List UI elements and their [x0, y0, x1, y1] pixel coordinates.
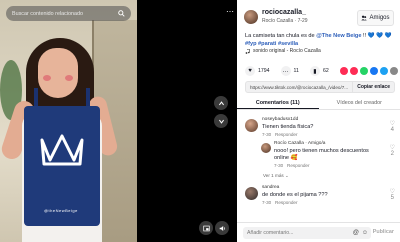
comment-text: nooo! pero tienen muchos descuentos onli… [274, 148, 369, 161]
person-face [38, 48, 78, 98]
avatar[interactable] [244, 10, 258, 24]
comment-like-count: 5 [390, 195, 394, 201]
comment-list: noseybadusx1dd Tienen tienda física? 7-3… [237, 113, 400, 223]
avatar[interactable] [261, 143, 271, 153]
comment-stat[interactable]: … 11 [280, 66, 299, 76]
comment-like-count: 2 [390, 151, 394, 157]
comment-user[interactable]: noseybadusx1dd [262, 117, 298, 122]
view-more-replies[interactable]: Ver 1 más ⌄ [263, 173, 289, 179]
friends-label: Amigos [369, 15, 390, 21]
view-more-label: Ver 1 más [263, 173, 284, 178]
comment-reply: Rocío Cazalla · Amigo/a nooo! pero tiene… [261, 141, 395, 171]
avatar[interactable] [245, 187, 258, 200]
facebook-icon[interactable] [369, 67, 378, 75]
panel-tabs: Comentarios (11) Vídeos del creador [237, 97, 400, 110]
whatsapp-icon[interactable] [359, 67, 368, 75]
mention-link[interactable]: @The New Beige [316, 33, 361, 39]
comment-input-placeholder: Añadir comentario... [247, 230, 294, 236]
friends-icon [361, 15, 368, 21]
video-url-box: https://www.tiktok.com/@rociocazalla_/vi… [245, 81, 395, 93]
sound-link[interactable]: sonido original - Rocío Cazalla [245, 48, 321, 54]
picture-in-picture-icon [202, 225, 210, 231]
reply-button[interactable]: Responder [275, 132, 297, 137]
tiktok-video-page: @theNewBeige Buscar contenido relacionad… [0, 0, 400, 242]
search-placeholder: Buscar contenido relacionado [12, 10, 84, 17]
comment-user[interactable]: Rocío Cazalla · Amigo/a [274, 141, 325, 146]
comment-meta: 7-30 Responder [274, 163, 310, 168]
comment-input[interactable]: Añadir comentario... @ ☺ [243, 227, 371, 239]
comment-like-count: 4 [390, 127, 394, 133]
bookmark-icon[interactable]: ▮ [309, 66, 320, 76]
author-subtitle: Rocío Cazalla · 7-29 [262, 18, 308, 24]
like-stat[interactable]: ♥ 1794 [245, 66, 270, 76]
add-comment-bar: Añadir comentario... @ ☺ Publicar [237, 222, 400, 242]
description-tail: !! 💙 💙 💙 [361, 33, 392, 39]
emoji-icon[interactable]: ☺ [362, 230, 368, 236]
comment-like[interactable]: ♡ 2 [390, 145, 395, 157]
previous-video-button[interactable] [214, 96, 228, 110]
video-url[interactable]: https://www.tiktok.com/@rociocazalla_/vi… [246, 85, 352, 90]
volume-icon [219, 225, 225, 231]
crown-print [40, 134, 84, 166]
comment-time: 7-30 [274, 163, 284, 168]
comment-text: de donde es el pijama ??? [262, 192, 328, 198]
details-panel: rociocazalla_ Rocío Cazalla · 7-29 Amigo… [237, 0, 400, 242]
comment-item: sandrea de donde es el pijama ??? 7-30 R… [245, 185, 395, 211]
tab-comments[interactable]: Comentarios (11) [237, 97, 319, 109]
comment-meta: 7-30 Responder [262, 132, 298, 137]
copy-link-button[interactable]: Copiar enlace [352, 82, 394, 92]
mention-icon[interactable]: @ [353, 230, 359, 236]
tab-creator-videos[interactable]: Vídeos del creador [319, 97, 400, 109]
avatar[interactable] [245, 119, 258, 132]
hashtags[interactable]: #fyp #parati #sevilla [245, 41, 298, 47]
save-count: 62 [322, 68, 329, 74]
comment-count: 11 [293, 68, 299, 74]
search-icon[interactable] [118, 10, 125, 17]
embed-icon[interactable] [339, 67, 348, 75]
cheek [43, 75, 51, 81]
comment-like[interactable]: ♡ 4 [390, 121, 395, 133]
next-video-button[interactable] [214, 114, 228, 128]
cheek [65, 75, 73, 81]
twitter-icon[interactable] [379, 67, 388, 75]
search-bar[interactable]: Buscar contenido relacionado [6, 6, 131, 21]
more-options-icon[interactable]: ⋯ [226, 7, 234, 16]
reply-button[interactable]: Responder [287, 163, 309, 168]
post-comment-button[interactable]: Publicar [373, 229, 394, 235]
friends-button[interactable]: Amigos [357, 10, 394, 26]
comment-time: 7-30 [262, 132, 272, 137]
description-text: La camiseta tan chula es de [245, 33, 317, 39]
engagement-bar: ♥ 1794 … 11 ▮ 62 [245, 65, 398, 77]
sound-label: sonido original - Rocío Cazalla [253, 48, 321, 54]
comment-user[interactable]: sandrea [262, 185, 279, 190]
chevron-up-icon [218, 100, 224, 105]
share-buttons [339, 67, 398, 75]
heart-icon[interactable]: ♥ [245, 66, 255, 76]
share-icon[interactable] [389, 67, 398, 75]
picture-in-picture-button[interactable] [199, 221, 213, 235]
bag-print-text: @theNewBeige [44, 208, 78, 213]
video-player[interactable]: @theNewBeige Buscar contenido relacionad… [0, 0, 237, 242]
author-header: rociocazalla_ Rocío Cazalla · 7-29 Amigo… [244, 9, 394, 31]
comment-item: noseybadusx1dd Tienen tienda física? 7-3… [245, 117, 395, 141]
post-description: La camiseta tan chula es de @The New Bei… [245, 33, 395, 48]
save-stat[interactable]: ▮ 62 [309, 66, 329, 76]
author-username[interactable]: rociocazalla_ [262, 9, 306, 16]
comment-meta: 7-30 Responder [262, 200, 298, 205]
send-friend-icon[interactable] [349, 67, 358, 75]
music-note-icon [245, 48, 250, 54]
reply-button[interactable]: Responder [275, 200, 297, 205]
comment-time: 7-30 [262, 200, 272, 205]
comment-like[interactable]: ♡ 5 [390, 189, 395, 201]
video-frame[interactable]: @theNewBeige [0, 0, 137, 242]
comment-text: Tienen tienda física? [262, 124, 314, 130]
comment-icon[interactable]: … [280, 66, 291, 76]
like-count: 1794 [258, 68, 270, 74]
chevron-down-icon [218, 119, 224, 124]
volume-button[interactable] [215, 221, 229, 235]
